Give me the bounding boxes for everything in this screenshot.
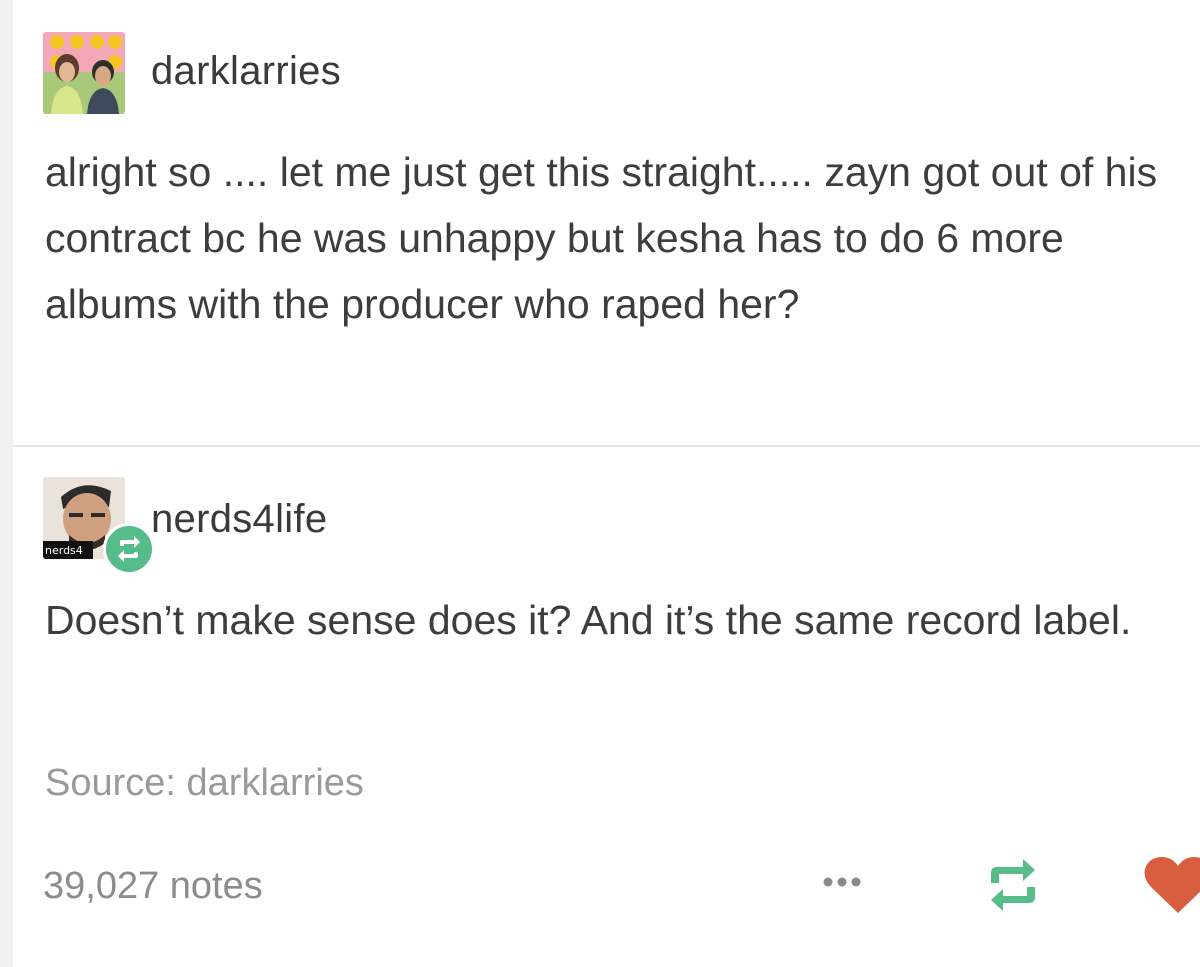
more-icon[interactable] [818,872,878,897]
original-post: darklarries alright so .... let me just … [13,0,1200,445]
notes-count[interactable]: 39,027 notes [43,865,263,908]
source-link[interactable]: Source: darklarries [45,762,364,805]
reblog-reply: nerds4 nerds4life Doesn’t make sense doe… [13,447,1200,967]
reblog-badge-icon [103,523,155,575]
reply-body-text: Doesn’t make sense does it? And it’s the… [45,597,1132,643]
post-body-text: alright so .... let me just get this str… [45,149,1158,327]
darklarries-avatar[interactable] [43,32,125,114]
heart-icon[interactable] [1143,853,1200,922]
reblog-icon[interactable] [983,857,1043,918]
nerds4life-avatar-caption: nerds4 [45,544,83,557]
post-author-name[interactable]: darklarries [151,49,341,94]
reply-author-name[interactable]: nerds4life [151,497,327,542]
